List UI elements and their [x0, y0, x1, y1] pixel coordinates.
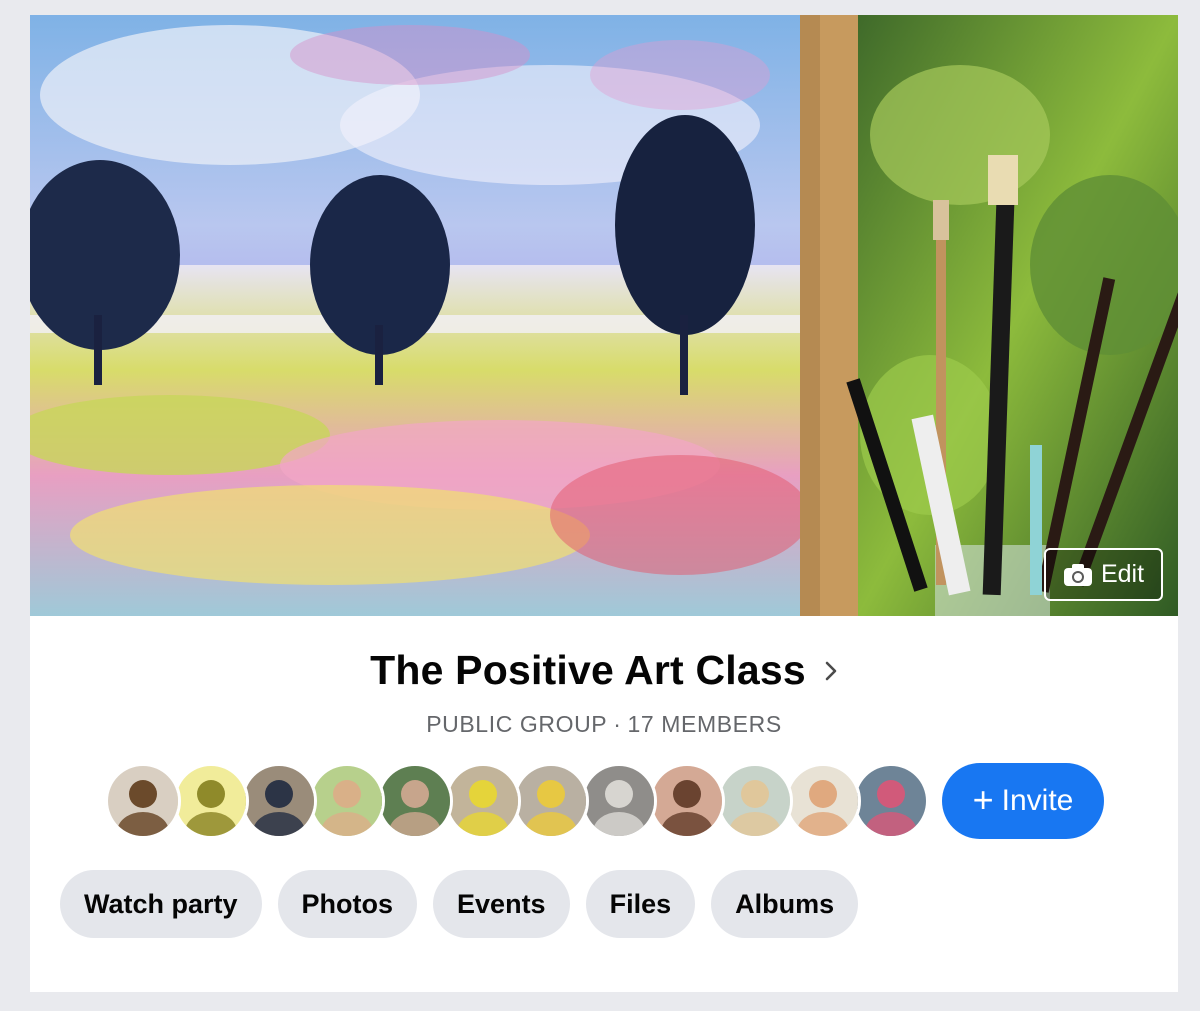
tab-watch-party[interactable]: Watch party [60, 870, 262, 938]
tab-files[interactable]: Files [585, 870, 696, 938]
edit-cover-label: Edit [1100, 560, 1145, 588]
group-member-count: 17 MEMBERS [627, 711, 782, 737]
meta-separator: · [613, 711, 622, 737]
avatar-couple-suits[interactable] [241, 763, 317, 839]
avatar-photo [584, 766, 654, 836]
invite-button[interactable]: + Invite [942, 763, 1104, 839]
member-avatar-list [105, 763, 929, 839]
invite-label: Invite [1001, 784, 1074, 817]
group-meta: PUBLIC GROUP · 17 MEMBERS [30, 711, 1178, 738]
avatar-older-couple[interactable] [513, 763, 589, 839]
tab-albums[interactable]: Albums [711, 870, 859, 938]
cover-photo[interactable]: Edit [30, 15, 1178, 616]
avatar-woman-brunette[interactable] [649, 763, 725, 839]
avatar-photo [720, 766, 790, 836]
avatar-photo [856, 766, 926, 836]
avatar-photo [448, 766, 518, 836]
group-title-row[interactable]: The Positive Art Class [30, 647, 1178, 694]
avatar-photo [380, 766, 450, 836]
avatar-dog[interactable] [105, 763, 181, 839]
avatar-photo [176, 766, 246, 836]
cover-painting-image [30, 15, 1178, 616]
avatar-flower[interactable] [173, 763, 249, 839]
avatar-couple-outdoor[interactable] [377, 763, 453, 839]
avatar-family[interactable] [785, 763, 861, 839]
avatar-photo [788, 766, 858, 836]
chevron-right-icon [825, 661, 837, 680]
group-header-card: Edit The Positive Art Class PUBLIC GROUP… [30, 15, 1178, 992]
avatar-man-fish[interactable] [853, 763, 929, 839]
tab-photos[interactable]: Photos [277, 870, 418, 938]
plus-icon: + [972, 778, 994, 820]
avatar-woman-yellow[interactable] [445, 763, 521, 839]
avatar-photo [652, 766, 722, 836]
avatar-photo [312, 766, 382, 836]
group-tabs: Watch party Photos Events Files Albums [60, 870, 859, 938]
avatar-woman-blonde[interactable] [717, 763, 793, 839]
edit-cover-button[interactable]: Edit [1044, 548, 1163, 601]
camera-icon [1063, 563, 1092, 586]
avatar-photo [108, 766, 178, 836]
avatar-woman-hat[interactable] [309, 763, 385, 839]
avatar-photo [516, 766, 586, 836]
tab-events[interactable]: Events [433, 870, 570, 938]
group-title[interactable]: The Positive Art Class [370, 647, 806, 694]
avatar-cat[interactable] [581, 763, 657, 839]
avatar-photo [244, 766, 314, 836]
group-privacy: PUBLIC GROUP [426, 711, 608, 737]
